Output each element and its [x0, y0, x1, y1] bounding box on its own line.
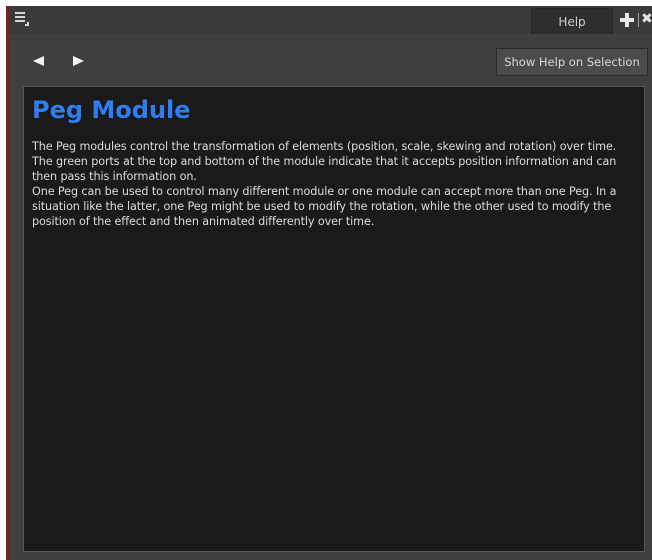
help-content-area[interactable]: Peg Module The Peg modules control the t… [23, 86, 645, 552]
titlebar-divider [638, 13, 639, 27]
show-help-on-selection-button[interactable]: Show Help on Selection [496, 48, 648, 76]
arrow-right-icon [73, 56, 84, 66]
help-panel: Help ✖ Show Help on Selection Peg Module… [6, 6, 652, 560]
forward-button[interactable] [73, 53, 89, 69]
help-paragraph-2: One Peg can be used to control many diff… [32, 185, 617, 228]
panel-titlebar: Help ✖ [9, 6, 652, 34]
panel-edge-accent [6, 6, 9, 560]
help-toolbar: Show Help on Selection [9, 34, 652, 86]
tab-help[interactable]: Help [531, 8, 613, 34]
arrow-left-icon [33, 56, 44, 66]
help-paragraph-1: The Peg modules control the transformati… [32, 140, 617, 183]
close-icon[interactable]: ✖ [641, 11, 652, 27]
back-button[interactable] [33, 53, 49, 69]
page-title: Peg Module [32, 96, 191, 124]
hamburger-menu-icon[interactable] [15, 12, 29, 26]
plus-icon[interactable] [619, 12, 635, 28]
